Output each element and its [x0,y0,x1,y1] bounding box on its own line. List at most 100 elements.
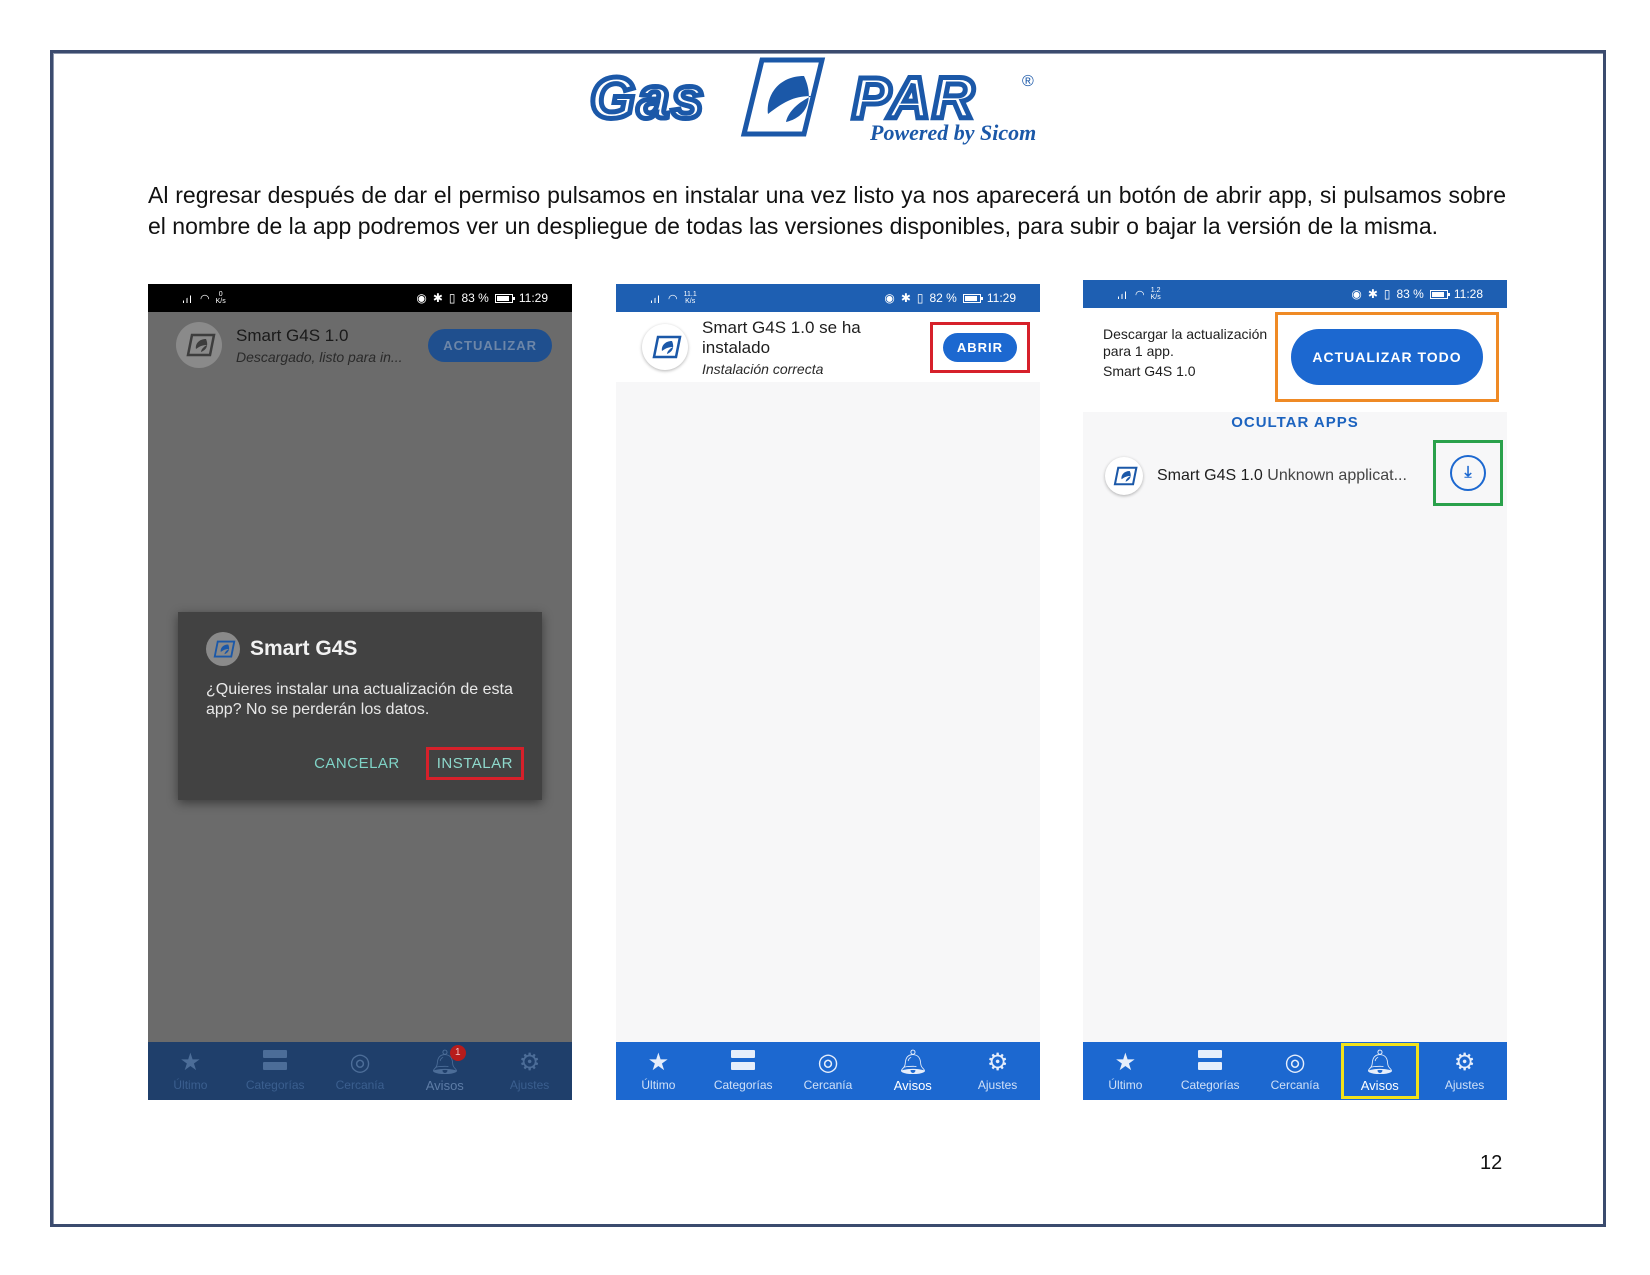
download-icon[interactable]: ⤓ [1450,455,1486,491]
nav-item-ultimo[interactable]: ★ Último [151,1043,229,1099]
hide-apps-link[interactable]: OCULTAR APPS [1083,414,1507,431]
signal-icon [1115,289,1129,299]
status-bar: ◠ 0 K/s ◉ ✱ ▯ 83 % 11:29 [148,284,572,312]
update-description: Descargar la actualización para 1 app. S… [1103,326,1273,380]
app-status: Descargado, listo para in... [236,348,403,365]
intro-paragraph: Al regresar después de dar el permiso pu… [148,182,1506,239]
bluetooth-icon: ✱ [1367,287,1378,301]
screenshot-install-dialog: ◠ 0 K/s ◉ ✱ ▯ 83 % 11:29 Smart G4S 1.0 De… [148,284,572,1100]
update-all-button[interactable]: ACTUALIZAR TODO [1291,329,1483,385]
wifi-icon: ◠ [200,292,210,305]
network-speed: 1.2 K/s [1150,287,1161,301]
update-all-highlight: ACTUALIZAR TODO [1275,312,1499,402]
nav-item-avisos[interactable]: 🔔︎ Avisos [1340,1043,1419,1099]
open-button[interactable]: ABRIR [942,332,1017,362]
app-logo-icon [206,632,240,666]
bell-icon: 🔔︎ [897,1048,929,1076]
status-bar: ◠ 1.2 K/s ◉ ✱ ▯ 83 % 11:28 [1083,280,1507,308]
app-title: Smart G4S 1.0 [236,325,349,345]
nav-item-avisos[interactable]: 🔔︎ Avisos [874,1043,952,1099]
install-dialog: Smart G4S ¿Quieres instalar una actualiz… [178,612,542,800]
gaspar-logo: Gas PAR ® Powered by Sicom [590,57,1036,145]
eye-icon: ◉ [884,291,895,305]
battery-percent: 83 % [1396,287,1424,301]
logo-registered: ® [1022,73,1034,90]
nav-item-avisos[interactable]: 🔔︎ 1 Avisos [406,1043,484,1099]
wifi-icon: ◠ [1135,288,1145,301]
update-app-name: Smart G4S 1.0 [1103,363,1196,379]
bluetooth-icon: ✱ [900,291,911,305]
clock: 11:29 [986,291,1016,305]
vibrate-icon: ▯ [1383,287,1391,301]
categories-icon [731,1050,756,1076]
app-update-row[interactable]: Smart G4S 1.0 Descargado, listo para in.… [148,312,572,378]
star-icon: ★ [179,1049,202,1076]
nav-item-ultimo[interactable]: ★ Último [619,1043,697,1099]
app-version-row[interactable]: Smart G4S 1.0 Unknown applicat... ⤓ [1083,440,1507,510]
gear-icon: ⚙ [986,1049,1009,1076]
nearby-icon: ◎ [1284,1049,1306,1076]
battery-icon [494,293,515,303]
nav-item-ajustes[interactable]: ⚙ Ajustes [1426,1043,1504,1099]
wifi-icon: ◠ [668,292,678,305]
nav-item-ultimo[interactable]: ★ Último [1086,1043,1164,1099]
star-icon: ★ [647,1049,670,1076]
open-button-highlight: ABRIR [929,321,1030,373]
bell-icon: 🔔︎ [1364,1048,1396,1076]
eye-icon: ◉ [1351,287,1362,301]
signal-icon [648,293,662,303]
status-bar: ◠ 11.1 K/s ◉ ✱ ▯ 82 % 11:29 [616,284,1040,312]
signal-icon [180,293,194,303]
update-button[interactable]: ACTUALIZAR [428,328,552,362]
download-highlight: ⤓ [1433,440,1503,506]
clock: 11:29 [518,291,548,305]
page-number: 12 [1480,1152,1503,1174]
nav-item-ajustes[interactable]: ⚙ Ajustes [959,1043,1037,1099]
nearby-icon: ◎ [349,1049,371,1076]
nav-item-ajustes[interactable]: ⚙ Ajustes [491,1043,569,1099]
logo-brand-left: Gas [590,66,706,131]
vibrate-icon: ▯ [916,291,924,305]
dialog-title: Smart G4S [250,637,358,660]
vibrate-icon: ▯ [448,291,456,305]
nav-item-cercania[interactable]: ◎ Cercanía [321,1043,399,1099]
app-logo-icon [1105,457,1143,495]
logo-swoosh-icon [740,57,826,137]
battery-percent: 82 % [929,291,957,305]
network-speed: 11.1 K/s [683,291,697,305]
screenshot-versions: ◠ 1.2 K/s ◉ ✱ ▯ 83 % 11:28 Descargar la a… [1083,280,1507,1100]
install-button[interactable]: INSTALAR [425,747,524,780]
nav-item-cercania[interactable]: ◎ Cercanía [1256,1043,1334,1099]
cancel-button[interactable]: CANCELAR [306,750,408,777]
app-logo-icon [176,322,222,368]
clock: 11:28 [1453,287,1483,301]
app-status: Instalación correcta [702,360,824,377]
logo-tagline: Powered by Sicom [869,120,1036,145]
app-logo-icon [642,324,688,370]
categories-icon [1198,1050,1223,1076]
nav-item-categorias[interactable]: Categorías [704,1043,782,1099]
app-version-text: Smart G4S 1.0 Unknown applicat... [1157,467,1407,484]
screenshot-installed: ◠ 11.1 K/s ◉ ✱ ▯ 82 % 11:29 Smart G4S 1.0… [616,284,1040,1100]
bottom-navigation: ★ Último Categorías ◎ Cercanía 🔔︎ 1 Avisos ⚙… [148,1042,572,1100]
app-title: Smart G4S 1.0 se ha instalado [702,317,861,357]
categories-icon [263,1050,288,1076]
battery-percent: 83 % [461,291,489,305]
gear-icon: ⚙ [518,1049,541,1076]
bluetooth-icon: ✱ [432,291,443,305]
bottom-navigation: ★ Último Categorías ◎ Cercanía 🔔︎ Avisos ⚙ A… [1083,1042,1507,1100]
battery-icon [962,293,983,303]
network-speed: 0 K/s [215,291,226,305]
nav-item-categorias[interactable]: Categorías [236,1043,314,1099]
star-icon: ★ [1114,1049,1137,1076]
nearby-icon: ◎ [817,1049,839,1076]
app-installed-row[interactable]: Smart G4S 1.0 se ha instalado Instalació… [616,312,1040,382]
nav-item-categorias[interactable]: Categorías [1171,1043,1249,1099]
battery-icon [1429,289,1450,299]
bottom-navigation: ★ Último Categorías ◎ Cercanía 🔔︎ Avisos ⚙ A… [616,1042,1040,1100]
eye-icon: ◉ [416,291,427,305]
update-card: Descargar la actualización para 1 app. S… [1083,308,1507,412]
dialog-message: ¿Quieres instalar una actualización de e… [206,681,513,718]
notification-badge: 1 [449,1045,466,1061]
nav-item-cercania[interactable]: ◎ Cercanía [789,1043,867,1099]
